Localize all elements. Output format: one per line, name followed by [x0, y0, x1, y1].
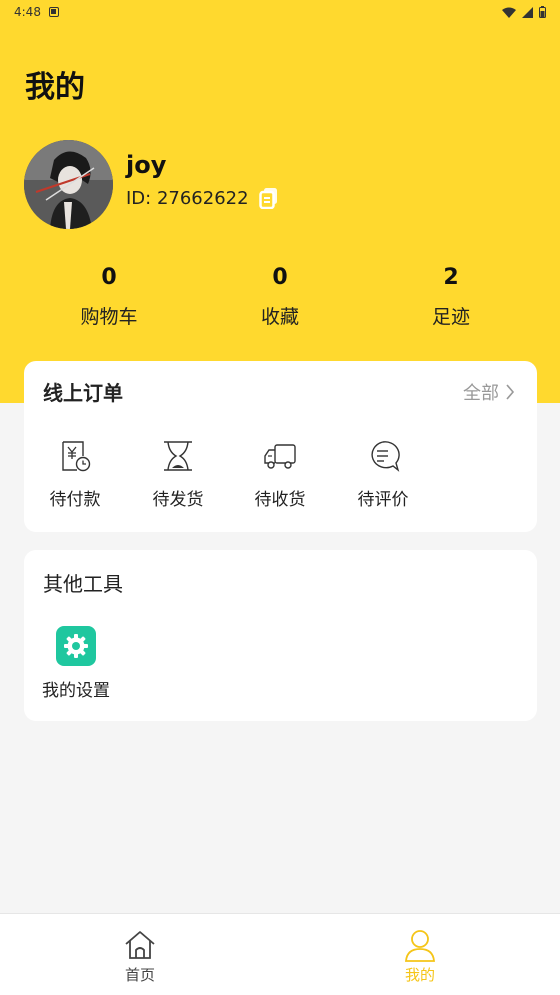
wifi-icon — [502, 7, 516, 18]
pending-payment-icon — [62, 441, 91, 472]
pending-shipment-icon — [164, 441, 192, 471]
home-icon — [125, 931, 155, 959]
pending-receipt-icon — [264, 444, 296, 469]
online-orders-card: 线上订单 全部 待付款 待发货 待收货 待评价 — [24, 361, 537, 532]
page-title: 我的 — [25, 70, 85, 105]
chevron-right-icon — [506, 384, 515, 400]
avatar[interactable] — [24, 140, 113, 229]
status-time: 4:48 — [14, 5, 41, 19]
stat-label: 购物车 — [80, 306, 138, 328]
view-all-label: 全部 — [463, 383, 499, 404]
settings-icon-tile — [56, 626, 96, 666]
other-tools-card: 其他工具 我的设置 — [24, 550, 537, 721]
stat-count: 0 — [101, 265, 117, 290]
order-label: 待收货 — [254, 490, 306, 510]
tools-title: 其他工具 — [43, 572, 123, 596]
bottom-tab-bar: 首页 我的 — [0, 913, 560, 995]
battery-icon — [539, 6, 546, 18]
view-all-orders-link[interactable]: 全部 — [463, 379, 515, 405]
stat-label: 收藏 — [260, 306, 299, 328]
orders-title: 线上订单 — [43, 381, 123, 405]
tab-label: 我的 — [404, 966, 435, 984]
stat-cart[interactable]: 0 购物车 — [49, 262, 169, 329]
stat-history[interactable]: 2 足迹 — [391, 262, 511, 329]
user-icon — [405, 930, 435, 962]
copy-icon[interactable] — [258, 187, 279, 209]
order-pending-shipment[interactable]: 待发货 — [127, 439, 229, 510]
stat-count: 0 — [272, 265, 288, 290]
order-label: 待评价 — [357, 490, 409, 510]
order-label: 待付款 — [49, 490, 101, 510]
tab-home[interactable]: 首页 — [100, 928, 180, 985]
signal-icon — [522, 6, 533, 18]
pending-review-icon — [371, 441, 400, 472]
tool-my-settings[interactable]: 我的设置 — [34, 626, 118, 701]
stat-favorites[interactable]: 0 收藏 — [220, 262, 340, 329]
order-pending-receipt[interactable]: 待收货 — [229, 439, 331, 510]
user-id: ID: 27662622 — [126, 187, 249, 209]
user-id-row: ID: 27662622 — [126, 187, 279, 209]
username: joy — [126, 151, 167, 179]
notification-icon — [48, 7, 59, 17]
stat-label: 足迹 — [431, 306, 470, 328]
tool-label: 我的设置 — [42, 681, 110, 701]
user-stats: 0 购物车 0 收藏 2 足迹 — [0, 262, 560, 332]
stat-count: 2 — [443, 265, 459, 290]
status-bar: 4:48 — [0, 0, 560, 24]
tab-mine[interactable]: 我的 — [380, 928, 460, 985]
order-label: 待发货 — [152, 490, 204, 510]
gear-icon — [64, 634, 88, 658]
order-pending-payment[interactable]: 待付款 — [24, 439, 126, 510]
tab-label: 首页 — [124, 966, 155, 984]
order-pending-review[interactable]: 待评价 — [332, 439, 434, 510]
